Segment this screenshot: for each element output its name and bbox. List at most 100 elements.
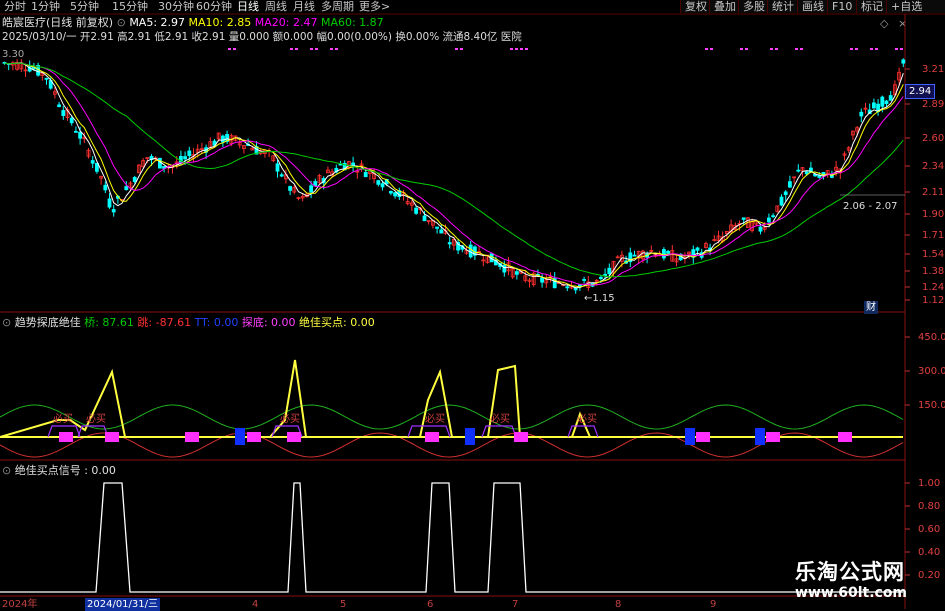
low-price-marker: ←1.15 [584,293,615,304]
candle-body [662,249,666,259]
candle-body [376,180,381,185]
candle-body [804,171,809,175]
signal-dot [455,48,458,50]
signal-dot [515,48,518,50]
candle-body [132,176,137,182]
qiao-line [0,404,904,430]
buy-marker [59,432,73,442]
signal-dot [295,48,298,50]
candle-body [872,102,876,109]
buy-signal-label: 必买 [425,414,445,425]
price-tick: 2.60 [922,133,945,144]
top-left-price: 3.30 [2,49,25,60]
candle-body [363,171,368,178]
buy-marker [766,432,780,442]
timeline-month: 8 [615,599,622,610]
candle-body [666,250,670,254]
ma5-line [4,62,904,289]
candle-body [90,160,95,164]
candle-body [380,183,385,188]
indicator1-name: 趋势探底绝佳 [14,316,81,329]
signal-dot [900,48,903,50]
candle-body [515,271,519,275]
financial-report-marker[interactable]: 财 [864,301,878,314]
signal-dot [310,48,313,50]
ind2-tick: 0.20 [918,570,941,581]
ind2-tick: 0.40 [918,547,941,558]
candle-body [880,96,885,107]
timeline-month: 9 [710,599,717,610]
watermark-url: www.60lt.com [795,585,908,601]
buy-marker [185,432,199,442]
candle-body [796,169,801,172]
tt-marker [465,428,475,445]
signal-dot [895,48,898,50]
candle-body [582,279,586,281]
candle-body [767,217,771,223]
signal-dot [460,48,463,50]
buy-marker [514,432,528,442]
ind1-tick: 150.0 [918,400,945,411]
buy-marker [247,432,261,442]
best-buy-line [0,359,903,438]
tt-marker [755,428,765,445]
price-tick: 1.38 [922,266,945,277]
signal-dot [800,48,803,50]
candle-body [107,198,112,208]
candle-body [187,150,192,157]
signal-dot [795,48,798,50]
buy-signal-label: 必买 [280,414,300,425]
candle-body [275,163,280,172]
ind1-tick: 450.0 [918,332,945,343]
price-tick: 1.71 [922,230,945,241]
candle-body [758,226,763,232]
settings-circle-icon[interactable]: ⊙ [2,316,15,329]
kline-chart[interactable] [0,0,945,609]
candle-body [779,196,784,206]
candle-body [111,209,116,213]
candle-body [632,254,637,257]
best-buy-value: 绝佳买点: 0.00 [299,316,375,329]
timeline-cursor-date: 2024/01/31/三 [85,598,161,611]
signal-dot [228,48,231,50]
candle-body [157,157,162,169]
signal-dot [290,48,293,50]
price-tick: 1.24 [922,282,945,293]
tt-value: TT: 0.00 [194,316,239,329]
candle-body [884,100,889,105]
buy-marker [696,432,710,442]
candle-body [447,242,452,245]
indicator2-value: : 0.00 [84,464,116,477]
candle-body [540,277,544,283]
buy-signal-label: 必买 [86,414,106,425]
buy-marker [425,432,439,442]
candle-body [220,135,225,143]
settings-circle-icon[interactable]: ⊙ [2,464,15,477]
tt-marker [685,428,695,445]
candle-body [422,215,427,222]
price-tick: 3.21 [922,64,945,75]
tt-marker [235,428,245,445]
tiao-value: 跳: -87.61 [137,316,192,329]
candle-body [695,247,700,251]
candle-body [279,174,284,177]
signal-dot [710,48,713,50]
candle-body [741,217,746,220]
ind2-tick: 1.00 [918,478,941,489]
tandi-value: 探底: 0.00 [241,316,296,329]
signal-dot [740,48,743,50]
range-label: 2.06 - 2.07 [843,201,898,212]
ma20-line [4,62,904,286]
candle-body [124,186,129,191]
candle-body [859,111,864,117]
signal-dot [315,48,318,50]
signal-dot [510,48,513,50]
candle-body [309,185,314,193]
candle-body [69,117,74,124]
signal-dot [335,48,338,50]
buy-marker [838,432,852,442]
timeline-month: 6 [427,599,434,610]
buy-signal-label: 必买 [490,414,510,425]
timeline-year: 2024年 [2,599,38,610]
candle-body [183,156,188,160]
